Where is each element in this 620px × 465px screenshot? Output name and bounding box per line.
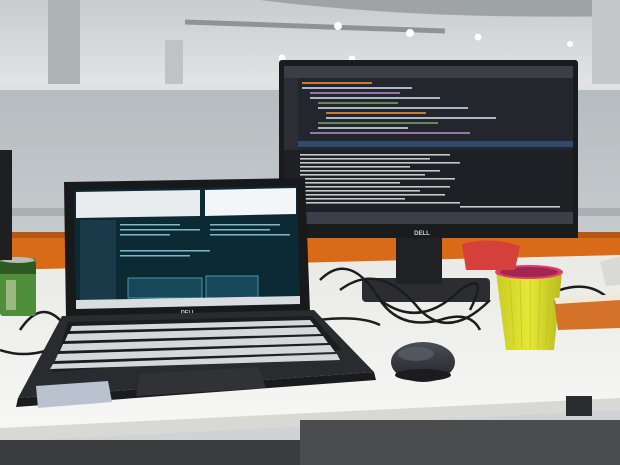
- ide-titlebar: [284, 66, 573, 78]
- desk-bracket: [566, 396, 592, 416]
- laptop-popup-window: [127, 277, 203, 299]
- laptop-sidebar: [80, 220, 116, 300]
- desk-photo: DELL DELL: [0, 0, 620, 465]
- laptop-window-left: [76, 190, 200, 218]
- red-chair: [462, 240, 520, 270]
- monitor-stand-neck: [396, 232, 442, 284]
- monitor-brand-logo: DELL: [414, 231, 430, 237]
- floor-strip: [300, 420, 620, 465]
- photo-canvas: DELL DELL: [0, 0, 620, 465]
- laptop-window-right: [205, 188, 296, 216]
- drink-can: [0, 257, 36, 316]
- neighbor-monitor: [0, 150, 12, 260]
- notebook: [554, 294, 620, 330]
- ide-selection: [298, 141, 573, 147]
- pillar: [165, 40, 183, 90]
- pillar: [48, 0, 80, 90]
- computer-mouse: [391, 342, 455, 382]
- ide-statusbar: [284, 212, 573, 224]
- yellow-cup: [495, 265, 563, 350]
- laptop-popup-window: [205, 275, 259, 299]
